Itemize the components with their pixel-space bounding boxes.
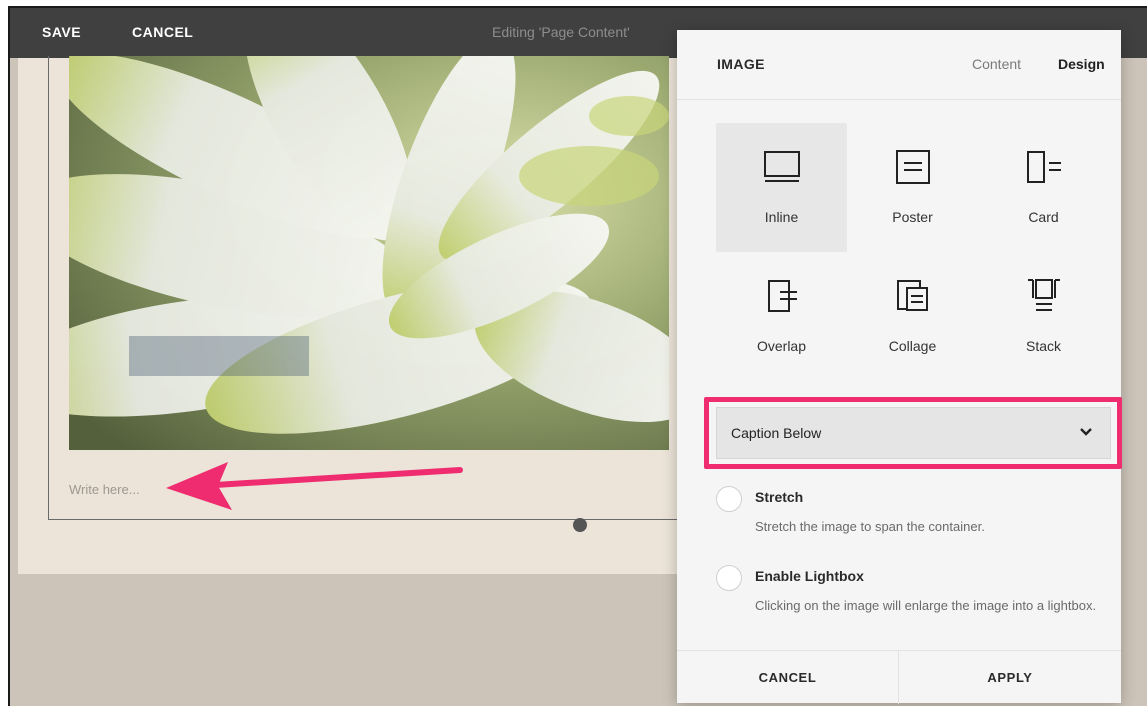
panel-header: IMAGE Content Design bbox=[677, 30, 1121, 100]
tab-design[interactable]: Design bbox=[1058, 56, 1105, 72]
layout-inline[interactable]: Inline bbox=[716, 123, 847, 252]
layout-collage[interactable]: Collage bbox=[847, 252, 978, 381]
lightbox-label[interactable]: Enable Lightbox bbox=[755, 568, 864, 584]
flower-image bbox=[69, 56, 669, 450]
annotation-arrow bbox=[166, 462, 463, 510]
layout-label: Poster bbox=[892, 209, 933, 225]
card-layout-icon bbox=[1027, 151, 1061, 183]
layout-label: Stack bbox=[1025, 338, 1061, 354]
tab-content[interactable]: Content bbox=[972, 56, 1021, 72]
layout-label: Overlap bbox=[756, 338, 807, 354]
resize-handle[interactable] bbox=[573, 518, 587, 532]
save-button[interactable]: SAVE bbox=[42, 24, 81, 40]
panel-footer: CANCEL APPLY bbox=[677, 650, 1121, 704]
caption-position-select[interactable]: Caption Below bbox=[716, 407, 1111, 459]
layout-options: Inline Poster Card Overlap Collage Stack bbox=[716, 123, 1112, 383]
layout-card[interactable]: Card bbox=[978, 123, 1109, 252]
chevron-down-icon bbox=[1080, 428, 1092, 436]
editing-status: Editing 'Page Content' bbox=[492, 24, 630, 40]
layout-label: Card bbox=[1028, 209, 1059, 225]
cancel-button[interactable]: CANCEL bbox=[132, 24, 193, 40]
caption-input[interactable]: Write here... bbox=[69, 482, 140, 497]
image-settings-panel: IMAGE Content Design Inline Poster Card … bbox=[677, 30, 1122, 704]
poster-layout-icon bbox=[896, 150, 930, 184]
inline-layout-icon bbox=[764, 151, 800, 182]
overlap-layout-icon bbox=[768, 280, 797, 312]
stretch-radio[interactable] bbox=[716, 486, 742, 512]
layout-stack[interactable]: Stack bbox=[978, 252, 1109, 381]
collage-layout-icon bbox=[897, 280, 928, 311]
image-block[interactable] bbox=[48, 56, 698, 520]
panel-title: IMAGE bbox=[717, 56, 765, 72]
lightbox-radio[interactable] bbox=[716, 565, 742, 591]
editor-window: SAVE CANCEL Editing 'Page Content' Write… bbox=[8, 6, 1147, 706]
lightbox-description: Clicking on the image will enlarge the i… bbox=[755, 598, 1097, 613]
layout-label: Collage bbox=[888, 338, 937, 354]
flower-photo[interactable] bbox=[69, 56, 669, 450]
stretch-label[interactable]: Stretch bbox=[755, 489, 803, 505]
stack-layout-icon bbox=[1028, 279, 1060, 311]
panel-cancel-button[interactable]: CANCEL bbox=[677, 651, 899, 704]
stretch-description: Stretch the image to span the container. bbox=[755, 519, 985, 534]
layout-label: Inline bbox=[764, 209, 799, 225]
layout-overlap[interactable]: Overlap bbox=[716, 252, 847, 381]
caption-position-value: Caption Below bbox=[731, 425, 822, 441]
layout-poster[interactable]: Poster bbox=[847, 123, 978, 252]
panel-apply-button[interactable]: APPLY bbox=[899, 651, 1121, 704]
